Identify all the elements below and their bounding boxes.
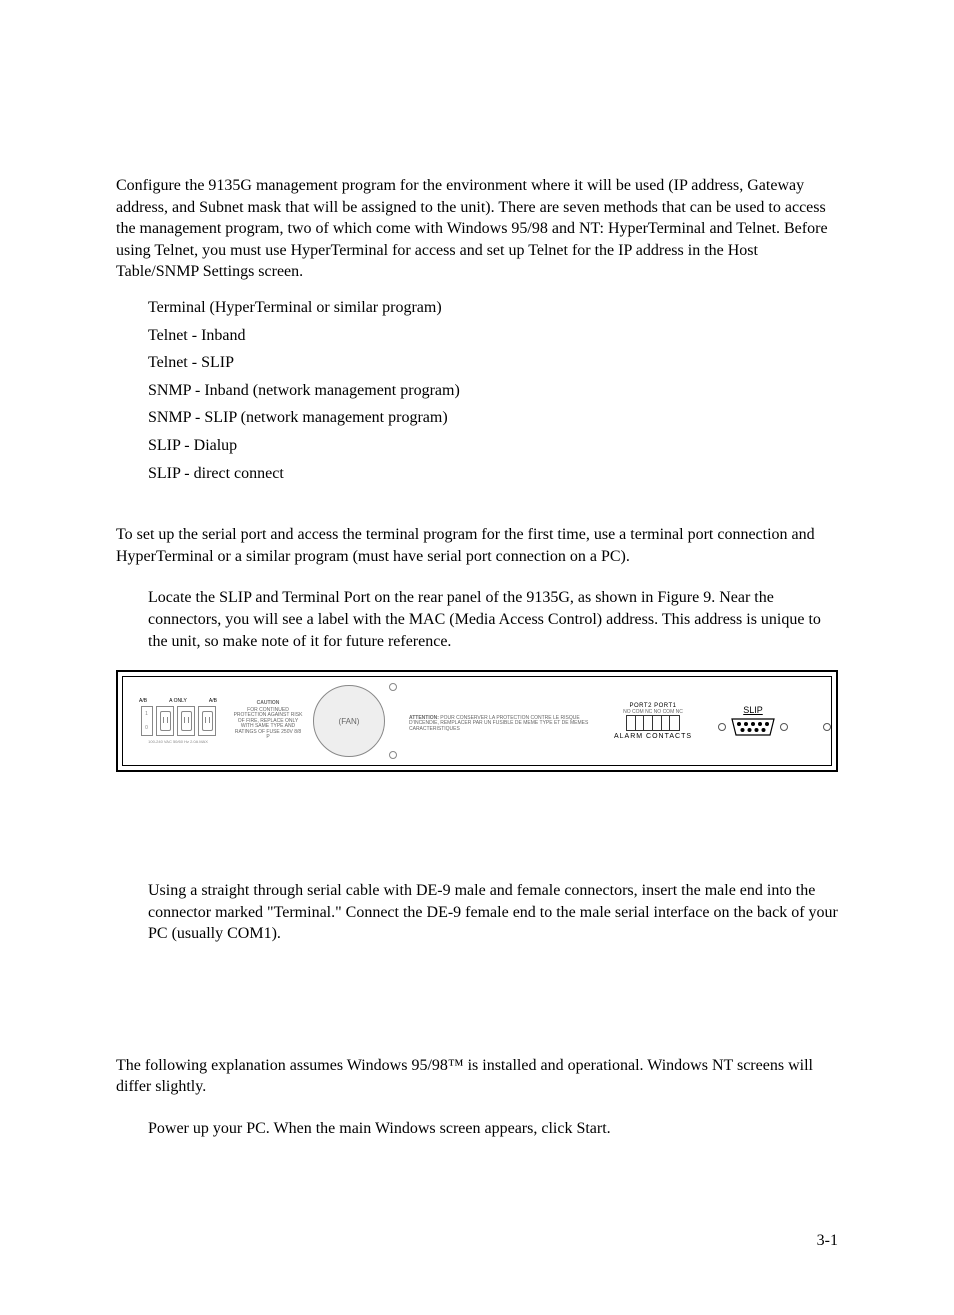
iec-inlet-icon <box>177 706 195 736</box>
caution-label: CAUTION FOR CONTINUED PROTECTION AGAINST… <box>233 701 303 741</box>
method-item: Terminal (HyperTerminal or similar progr… <box>148 297 838 319</box>
de9-connector-icon <box>728 717 778 737</box>
power-step: Power up your PC. When the main Windows … <box>148 1118 838 1140</box>
terminal-block-icon <box>626 715 680 731</box>
page-number: 3-1 <box>116 1230 838 1252</box>
iec-inlet-icon <box>156 706 174 736</box>
alarm-contacts-block: PORT2 PORT1 NO COM NC NO COM NC ALARM CO… <box>603 703 703 740</box>
jackscrew-icon <box>823 723 831 731</box>
power-switch-icon: 10 <box>141 706 153 736</box>
method-item: Telnet - Inband <box>148 325 838 347</box>
jackscrew-icon <box>780 723 788 731</box>
power-inlet-block: A/B A ONLY A/B 10 100-240 VAC 50/60 Hz 2… <box>123 698 233 744</box>
screw-hole-icon <box>389 683 397 691</box>
document-page: Configure the 9135G management program f… <box>0 0 954 1315</box>
terminal-connector-block: Terminal <box>803 705 832 737</box>
method-item: SNMP - Inband (network management progra… <box>148 380 838 402</box>
power-label-b: A ONLY <box>169 698 187 704</box>
jackscrew-icon <box>718 723 726 731</box>
figure-9-rear-panel: A/B A ONLY A/B 10 100-240 VAC 50/60 Hz 2… <box>116 670 838 772</box>
power-label-a: A/B <box>139 698 147 704</box>
slip-connector-block: SLIP <box>703 705 803 737</box>
explain-paragraph: The following explanation assumes Window… <box>116 1055 838 1098</box>
slip-label: SLIP <box>743 705 763 715</box>
locate-step: Locate the SLIP and Terminal Port on the… <box>148 587 838 652</box>
figure-inner: A/B A ONLY A/B 10 100-240 VAC 50/60 Hz 2… <box>122 676 832 766</box>
power-label-c: A/B <box>209 698 217 704</box>
alarm-contacts-label: ALARM CONTACTS <box>614 733 692 740</box>
fan-block: (FAN) <box>303 677 403 765</box>
attention-block: ATTENTION: POUR CONSERVER LA PROTECTION … <box>403 710 603 733</box>
method-item: SLIP - Dialup <box>148 435 838 457</box>
method-item: SNMP - SLIP (network management program) <box>148 407 838 429</box>
screw-hole-icon <box>389 751 397 759</box>
intro-paragraph: Configure the 9135G management program f… <box>116 175 838 283</box>
method-item: SLIP - direct connect <box>148 463 838 485</box>
setup-paragraph: To set up the serial port and access the… <box>116 524 838 567</box>
iec-inlet-icon <box>198 706 216 736</box>
methods-list: Terminal (HyperTerminal or similar progr… <box>148 297 838 484</box>
caution-body: FOR CONTINUED PROTECTION AGAINST RISK OF… <box>233 708 303 741</box>
fan-icon: (FAN) <box>313 685 385 757</box>
power-rating-note: 100-240 VAC 50/60 Hz 2.0A MAX <box>148 739 208 744</box>
method-item: Telnet - SLIP <box>148 352 838 374</box>
cable-step: Using a straight through serial cable wi… <box>148 880 838 945</box>
